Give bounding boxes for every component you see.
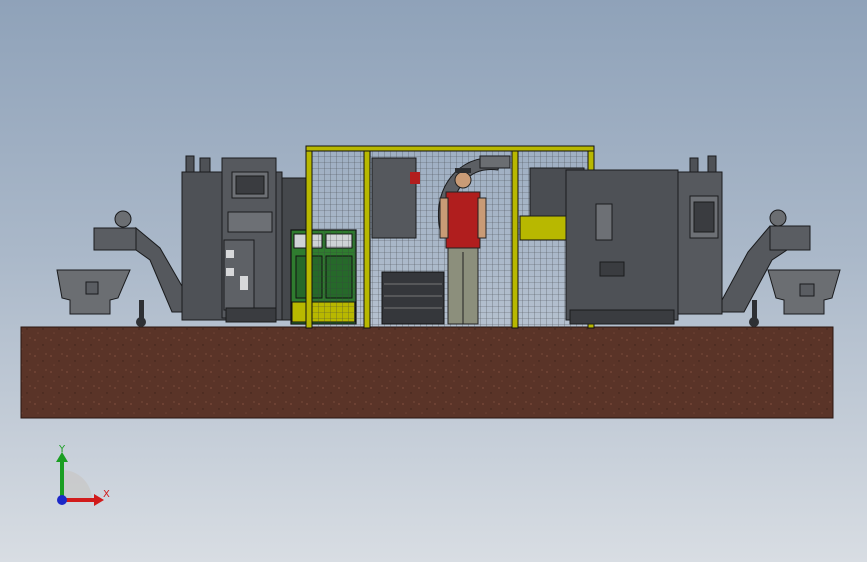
left-chip-conveyor [56,210,191,327]
assembly-model[interactable]: Y X [0,0,867,562]
x-axis-label: X [103,489,110,500]
right-machine-tool [565,155,723,325]
cad-viewport[interactable]: Y X [0,0,867,562]
coordinate-triad: Y X [56,444,110,506]
right-chip-conveyor [721,209,841,327]
y-axis-label: Y [58,444,66,455]
tool-trolley [381,271,445,325]
floor-slab [20,326,834,419]
